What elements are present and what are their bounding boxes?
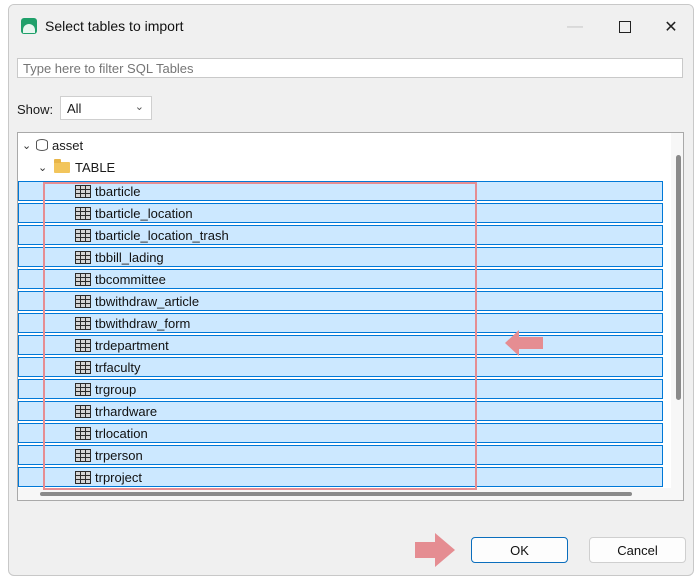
title-bar: Select tables to import — ✕: [9, 5, 693, 47]
table-icon: [75, 184, 91, 198]
tree-node-folder[interactable]: ⌄ TABLE: [38, 157, 115, 177]
window-title: Select tables to import: [45, 18, 184, 34]
chevron-down-icon[interactable]: ⌄: [22, 139, 34, 152]
table-icon: [75, 404, 91, 418]
maximize-button[interactable]: [603, 13, 647, 41]
table-row[interactable]: tbarticle_location_trash: [18, 225, 663, 245]
table-row[interactable]: trproject: [18, 467, 663, 487]
database-icon: [36, 139, 48, 151]
table-icon: [75, 316, 91, 330]
table-icon: [75, 360, 91, 374]
table-icon: [75, 338, 91, 352]
show-dropdown[interactable]: All ⌄: [60, 96, 152, 120]
table-row[interactable]: trfaculty: [18, 357, 663, 377]
table-row[interactable]: tbarticle_location: [18, 203, 663, 223]
table-icon: [75, 272, 91, 286]
table-icon: [75, 448, 91, 462]
ok-button[interactable]: OK: [471, 537, 568, 563]
table-row[interactable]: tbarticle: [18, 181, 663, 201]
show-dropdown-value: All: [67, 101, 82, 116]
minimize-button[interactable]: —: [553, 13, 597, 41]
vertical-scrollbar[interactable]: [671, 133, 683, 500]
table-row[interactable]: trdepartment: [18, 335, 663, 355]
table-icon: [75, 294, 91, 308]
chevron-down-icon[interactable]: ⌄: [38, 161, 50, 174]
close-button[interactable]: ✕: [649, 13, 693, 41]
close-icon: ✕: [664, 19, 678, 36]
horizontal-scrollbar[interactable]: [18, 488, 673, 500]
table-filter-field[interactable]: [17, 58, 683, 78]
tree-node-database[interactable]: ⌄ asset: [22, 135, 83, 155]
table-row[interactable]: trgroup: [18, 379, 663, 399]
table-row[interactable]: trlocation: [18, 423, 663, 443]
table-tree[interactable]: ⌄ asset ⌄ TABLE tbarticle tbarticle_loca…: [17, 132, 684, 501]
horizontal-scroll-thumb[interactable]: [40, 492, 632, 496]
table-row[interactable]: tbcommittee: [18, 269, 663, 289]
table-icon: [75, 206, 91, 220]
vertical-scroll-thumb[interactable]: [676, 155, 681, 400]
database-label: asset: [52, 137, 84, 153]
annotation-arrow-left-icon: [505, 330, 543, 356]
table-filter-input[interactable]: [23, 61, 677, 76]
show-label: Show:: [17, 102, 54, 117]
table-row[interactable]: tbwithdraw_form: [18, 313, 663, 333]
table-icon: [75, 470, 91, 484]
table-icon: [75, 382, 91, 396]
table-icon: [75, 426, 91, 440]
table-row[interactable]: trhardware: [18, 401, 663, 421]
table-icon: [75, 250, 91, 264]
maximize-icon: [619, 21, 631, 33]
table-icon: [75, 228, 91, 242]
folder-icon: [54, 158, 70, 173]
annotation-arrow-right-icon: [415, 533, 455, 567]
folder-label: TABLE: [75, 159, 116, 175]
chevron-down-icon: ⌄: [134, 101, 144, 113]
table-row[interactable]: tbbill_lading: [18, 247, 663, 267]
table-row[interactable]: trperson: [18, 445, 663, 465]
table-row[interactable]: tbwithdraw_article: [18, 291, 663, 311]
app-logo-icon: [21, 18, 37, 34]
cancel-button[interactable]: Cancel: [589, 537, 686, 563]
